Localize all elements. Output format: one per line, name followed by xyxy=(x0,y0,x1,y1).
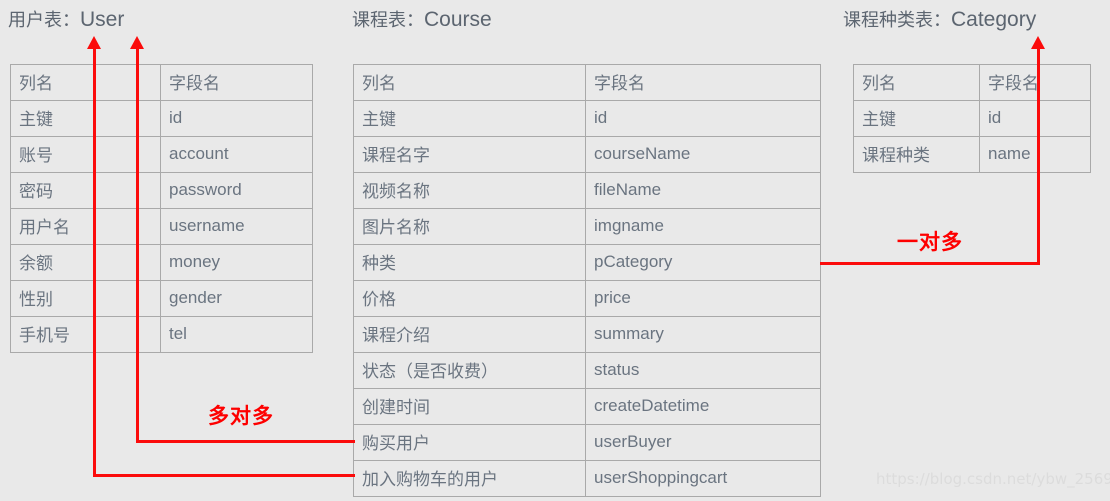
table-row: 购买用户 userBuyer xyxy=(353,424,821,461)
many-to-many-arrowhead-cart-icon xyxy=(87,36,101,49)
course-row-column: 创建时间 xyxy=(353,388,586,425)
table-row: 账号 account xyxy=(10,136,313,173)
table-row: 状态（是否收费） status xyxy=(353,352,821,389)
user-header-field: 字段名 xyxy=(160,64,313,101)
category-row-column: 主键 xyxy=(853,100,980,137)
table-row: 课程介绍 summary xyxy=(353,316,821,353)
one-to-many-connector-horizontal xyxy=(820,262,1040,265)
user-row-field: gender xyxy=(160,280,313,317)
table-row: 密码 password xyxy=(10,172,313,209)
table-row: 用户名 username xyxy=(10,208,313,245)
table-row: 视频名称 fileName xyxy=(353,172,821,209)
course-row-field: imgname xyxy=(585,208,821,245)
course-table-title-cn: 课程表： xyxy=(352,10,424,30)
user-row-field: tel xyxy=(160,316,313,353)
course-row-field: userBuyer xyxy=(585,424,821,461)
course-row-field: pCategory xyxy=(585,244,821,281)
category-table-title-en: Category xyxy=(951,8,1037,31)
user-table-title-en: User xyxy=(80,8,125,31)
course-table-title: 课程表：Course xyxy=(352,6,492,32)
many-to-many-connector-horizontal-buyer xyxy=(136,440,355,443)
table-row: 手机号 tel xyxy=(10,316,313,353)
course-row-field: createDatetime xyxy=(585,388,821,425)
table-row: 主键 id xyxy=(353,100,821,137)
table-row: 加入购物车的用户 userShoppingcart xyxy=(353,460,821,497)
category-table-title: 课程种类表：Category xyxy=(843,6,1036,32)
course-row-column: 购买用户 xyxy=(353,424,586,461)
course-row-field: summary xyxy=(585,316,821,353)
course-row-field: userShoppingcart xyxy=(585,460,821,497)
watermark: https://blog.csdn.net/ybw_2569 xyxy=(876,470,1110,488)
course-row-field: price xyxy=(585,280,821,317)
course-row-column: 图片名称 xyxy=(353,208,586,245)
course-table-title-en: Course xyxy=(424,8,492,31)
table-row: 种类 pCategory xyxy=(353,244,821,281)
table-row: 主键 id xyxy=(10,100,313,137)
course-row-column: 课程介绍 xyxy=(353,316,586,353)
course-row-column: 状态（是否收费） xyxy=(353,352,586,389)
table-header-row: 列名 字段名 xyxy=(853,64,1091,101)
many-to-many-connector-horizontal-cart xyxy=(93,474,355,477)
table-row: 余额 money xyxy=(10,244,313,281)
course-row-column: 种类 xyxy=(353,244,586,281)
er-diagram-canvas: 用户表：User 列名 字段名 主键 id 账号 account 密码 pass… xyxy=(0,0,1110,501)
many-to-many-connector-vertical-buyer xyxy=(136,48,139,443)
many-to-many-label: 多对多 xyxy=(208,405,274,428)
course-header-field: 字段名 xyxy=(585,64,821,101)
table-header-row: 列名 字段名 xyxy=(353,64,821,101)
category-header-field: 字段名 xyxy=(979,64,1091,101)
course-row-column: 价格 xyxy=(353,280,586,317)
category-header-column: 列名 xyxy=(853,64,980,101)
user-row-field: username xyxy=(160,208,313,245)
course-row-column: 加入购物车的用户 xyxy=(353,460,586,497)
category-table-title-cn: 课程种类表： xyxy=(843,10,951,30)
one-to-many-connector-vertical xyxy=(1037,48,1040,264)
user-row-field: account xyxy=(160,136,313,173)
course-row-field: fileName xyxy=(585,172,821,209)
table-row: 创建时间 createDatetime xyxy=(353,388,821,425)
category-row-column: 课程种类 xyxy=(853,136,980,173)
table-header-row: 列名 字段名 xyxy=(10,64,313,101)
course-row-column: 主键 xyxy=(353,100,586,137)
table-row: 课程名字 courseName xyxy=(353,136,821,173)
one-to-many-arrowhead-icon xyxy=(1031,36,1045,49)
many-to-many-arrowhead-buyer-icon xyxy=(130,36,144,49)
user-table-title: 用户表：User xyxy=(8,6,124,32)
category-row-field: name xyxy=(979,136,1091,173)
table-row: 图片名称 imgname xyxy=(353,208,821,245)
course-row-column: 视频名称 xyxy=(353,172,586,209)
user-table: 列名 字段名 主键 id 账号 account 密码 password 用户名 … xyxy=(10,64,313,353)
course-row-column: 课程名字 xyxy=(353,136,586,173)
user-row-field: password xyxy=(160,172,313,209)
course-table: 列名 字段名 主键 id 课程名字 courseName 视频名称 fileNa… xyxy=(353,64,821,497)
course-row-field: status xyxy=(585,352,821,389)
user-row-field: id xyxy=(160,100,313,137)
one-to-many-label: 一对多 xyxy=(897,231,963,254)
many-to-many-connector-vertical-cart xyxy=(93,48,96,477)
table-row: 主键 id xyxy=(853,100,1091,137)
table-row: 价格 price xyxy=(353,280,821,317)
table-row: 课程种类 name xyxy=(853,136,1091,173)
course-row-field: id xyxy=(585,100,821,137)
table-row: 性别 gender xyxy=(10,280,313,317)
category-row-field: id xyxy=(979,100,1091,137)
course-row-field: courseName xyxy=(585,136,821,173)
course-header-column: 列名 xyxy=(353,64,586,101)
category-table: 列名 字段名 主键 id 课程种类 name xyxy=(853,64,1091,173)
user-table-title-cn: 用户表： xyxy=(8,10,80,30)
user-row-field: money xyxy=(160,244,313,281)
